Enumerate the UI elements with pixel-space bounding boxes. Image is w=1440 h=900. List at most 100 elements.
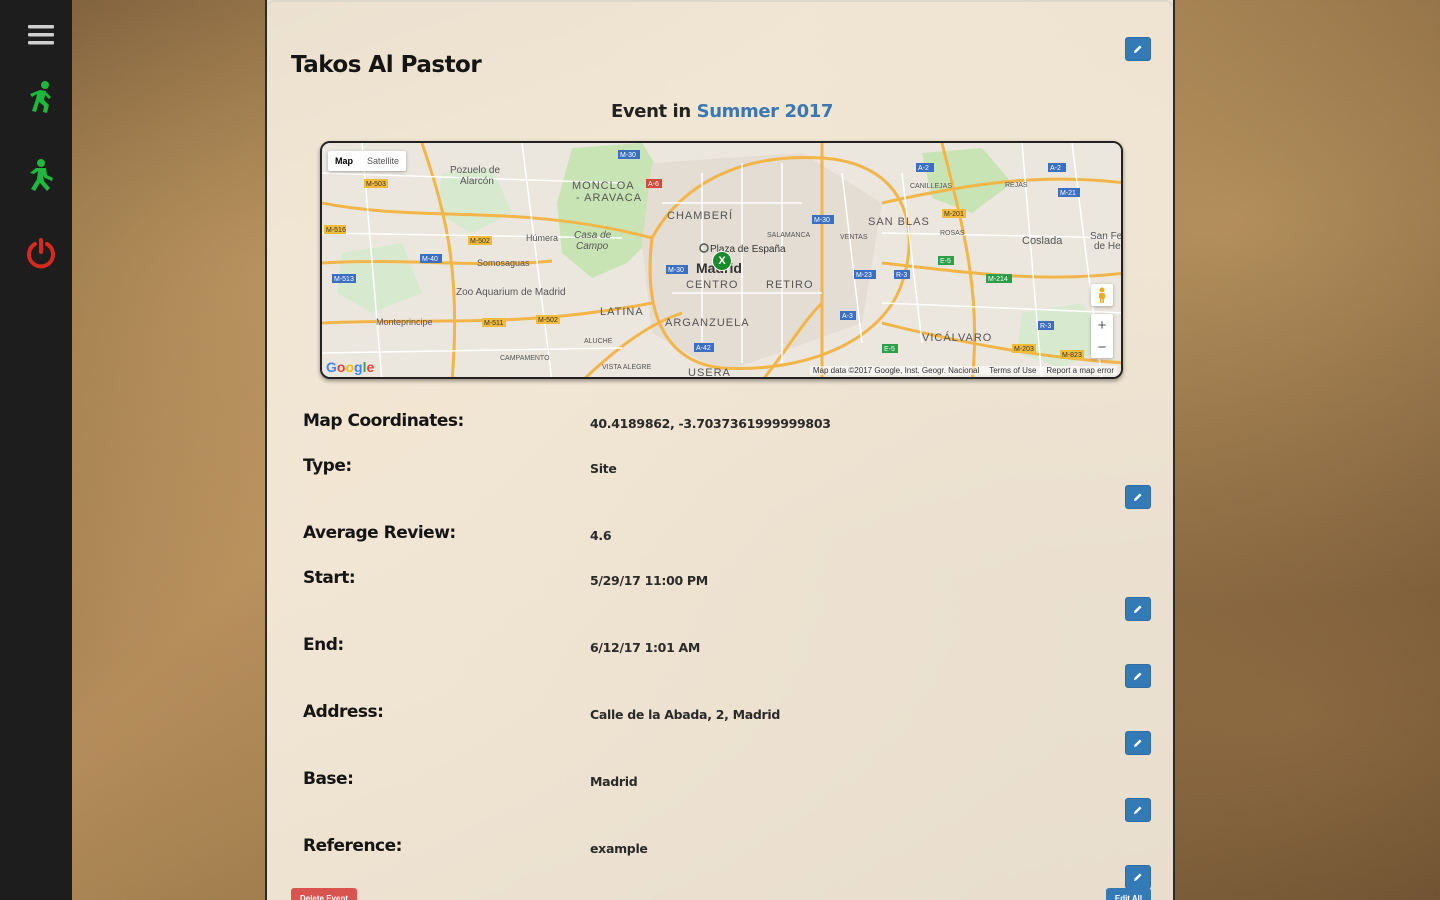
svg-text:CHAMBERÍ: CHAMBERÍ xyxy=(667,209,733,222)
pencil-icon xyxy=(1134,672,1142,680)
svg-text:M-30: M-30 xyxy=(668,267,684,274)
season-link[interactable]: Summer 2017 xyxy=(697,101,834,122)
average-review-label: Average Review: xyxy=(303,523,456,543)
svg-text:CANILLEJAS: CANILLEJAS xyxy=(910,183,952,190)
end-value: 6/12/17 1:01 AM xyxy=(590,640,701,655)
svg-text:M-30: M-30 xyxy=(620,152,636,159)
map-footer: Map data ©2017 Google, Inst. Geogr. Naci… xyxy=(809,366,1117,375)
svg-text:ALUCHE: ALUCHE xyxy=(584,338,613,345)
svg-text:Somosaguas: Somosaguas xyxy=(477,258,530,268)
edit-address-button[interactable] xyxy=(1125,731,1151,755)
sidebar xyxy=(0,0,72,900)
svg-text:Pozuelo de: Pozuelo de xyxy=(450,165,500,176)
running-person-icon[interactable] xyxy=(18,152,64,198)
event-map[interactable]: Pozuelo de Alarcón MONCLOA - ARAVACA CHA… xyxy=(320,141,1123,379)
svg-text:ARGANZUELA: ARGANZUELA xyxy=(665,317,750,329)
svg-text:SALAMANCA: SALAMANCA xyxy=(767,232,811,239)
street-view-pegman-icon[interactable] xyxy=(1091,284,1113,306)
svg-text:- ARAVACA: - ARAVACA xyxy=(576,192,642,204)
edit-reference-button[interactable] xyxy=(1125,865,1151,889)
base-label: Base: xyxy=(303,769,354,789)
svg-text:M-40: M-40 xyxy=(422,256,438,263)
event-season-line: Event in Summer 2017 xyxy=(267,101,1177,122)
zoom-in-button[interactable]: + xyxy=(1091,314,1113,336)
address-label: Address: xyxy=(303,702,384,722)
map-attribution: Map data ©2017 Google, Inst. Geogr. Naci… xyxy=(812,366,980,375)
reference-value: example xyxy=(590,841,648,856)
delete-event-button[interactable]: Delete Event xyxy=(291,888,357,900)
svg-text:A-3: A-3 xyxy=(842,313,853,320)
svg-text:Zoo Aquarium de Madrid: Zoo Aquarium de Madrid xyxy=(456,287,566,298)
svg-text:VISTA ALEGRE: VISTA ALEGRE xyxy=(602,364,652,371)
start-label: Start: xyxy=(303,568,356,588)
svg-text:Coslada: Coslada xyxy=(1022,235,1063,247)
svg-text:USERA: USERA xyxy=(688,367,731,379)
coordinates-value: 40.4189862, -3.7037361999999803 xyxy=(590,416,831,431)
pencil-icon xyxy=(1134,493,1142,501)
svg-text:A-2: A-2 xyxy=(918,165,929,172)
svg-text:M-214: M-214 xyxy=(988,276,1008,283)
svg-text:E-5: E-5 xyxy=(940,258,951,265)
svg-text:LATINA: LATINA xyxy=(600,306,644,318)
event-detail-panel: Takos Al Pastor Event in Summer 2017 Poz… xyxy=(265,0,1175,900)
svg-text:M-201: M-201 xyxy=(944,211,964,218)
zoom-out-button[interactable]: − xyxy=(1091,336,1113,358)
map-type-satellite[interactable]: Satellite xyxy=(360,151,406,171)
type-label: Type: xyxy=(303,456,352,476)
walking-person-icon[interactable] xyxy=(18,74,64,120)
svg-text:M-30: M-30 xyxy=(814,217,830,224)
pencil-icon xyxy=(1134,605,1142,613)
svg-text:Alarcón: Alarcón xyxy=(460,176,494,187)
svg-text:CENTRO: CENTRO xyxy=(686,279,738,291)
edit-end-button[interactable] xyxy=(1125,664,1151,688)
reference-label: Reference: xyxy=(303,836,402,856)
svg-text:M-823: M-823 xyxy=(1062,352,1082,359)
svg-text:A-2: A-2 xyxy=(1050,165,1061,172)
average-review-value: 4.6 xyxy=(590,528,612,543)
edit-base-button[interactable] xyxy=(1125,798,1151,822)
start-value: 5/29/17 11:00 PM xyxy=(590,573,708,588)
map-type-control: Map Satellite xyxy=(328,151,407,171)
edit-type-button[interactable] xyxy=(1125,485,1151,509)
svg-text:ROSAS: ROSAS xyxy=(940,230,965,237)
event-in-prefix: Event in xyxy=(611,101,691,122)
svg-text:Campo: Campo xyxy=(576,241,609,252)
google-logo: Google xyxy=(326,359,375,375)
svg-text:VICÁLVARO: VICÁLVARO xyxy=(922,331,992,344)
hamburger-menu-icon[interactable] xyxy=(18,12,64,58)
coordinates-label: Map Coordinates: xyxy=(303,411,464,431)
svg-text:M-502: M-502 xyxy=(538,317,558,324)
terms-of-use-link[interactable]: Terms of Use xyxy=(989,366,1036,375)
map-type-map[interactable]: Map xyxy=(328,151,360,171)
edit-title-button[interactable] xyxy=(1125,37,1151,61)
svg-text:Casa de: Casa de xyxy=(574,230,612,241)
svg-text:E-5: E-5 xyxy=(884,346,895,353)
svg-text:M-23: M-23 xyxy=(856,272,872,279)
pencil-icon xyxy=(1134,873,1142,881)
type-value: Site xyxy=(590,461,617,476)
base-value: Madrid xyxy=(590,774,638,789)
svg-text:A-6: A-6 xyxy=(648,181,659,188)
power-icon[interactable] xyxy=(18,230,64,276)
pencil-icon xyxy=(1134,806,1142,814)
map-marker[interactable]: X xyxy=(712,251,732,271)
svg-text:CAMPAMENTO: CAMPAMENTO xyxy=(500,355,550,362)
svg-text:A-42: A-42 xyxy=(696,345,711,352)
pencil-icon xyxy=(1134,739,1142,747)
edit-all-button[interactable]: Edit All xyxy=(1106,888,1151,900)
pencil-icon xyxy=(1134,45,1142,53)
svg-text:de He: de He xyxy=(1094,241,1121,252)
address-value: Calle de la Abada, 2, Madrid xyxy=(590,707,781,722)
svg-text:RETIRO: RETIRO xyxy=(766,279,814,291)
zoom-control: + − xyxy=(1091,314,1113,358)
edit-start-button[interactable] xyxy=(1125,597,1151,621)
svg-text:M-503: M-503 xyxy=(366,181,386,188)
svg-text:M-502: M-502 xyxy=(470,238,490,245)
svg-text:REJAS: REJAS xyxy=(1005,182,1028,189)
svg-text:Húmera: Húmera xyxy=(526,233,558,243)
svg-text:M-21: M-21 xyxy=(1060,190,1076,197)
svg-text:M-511: M-511 xyxy=(484,320,503,327)
end-label: End: xyxy=(303,635,344,655)
report-map-error-link[interactable]: Report a map error xyxy=(1046,366,1114,375)
svg-text:Monteprincipe: Monteprincipe xyxy=(376,317,433,327)
